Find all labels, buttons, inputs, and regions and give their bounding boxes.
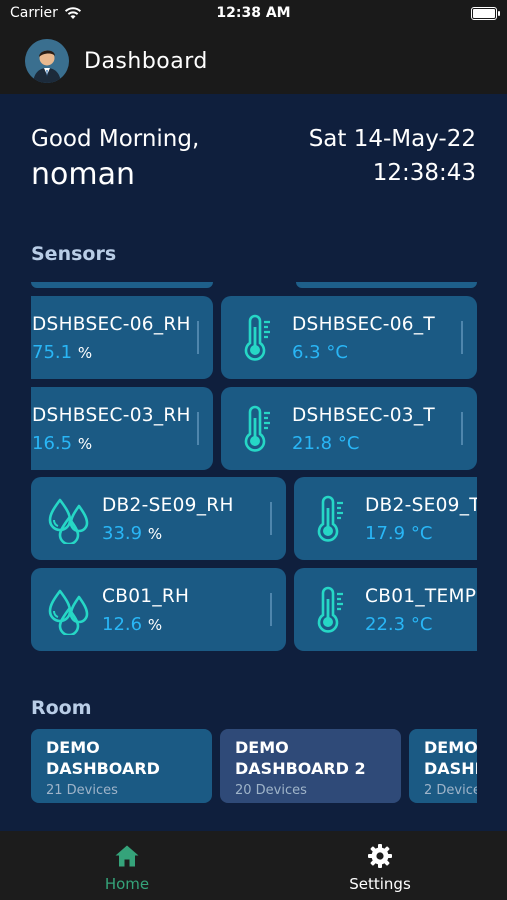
sensor-value: 12.6 %	[102, 614, 163, 635]
sensor-card-partial	[296, 282, 477, 288]
status-bar: Carrier 12:38 AM	[0, 0, 507, 28]
status-time: 12:38 AM	[216, 5, 291, 21]
sensor-name: DSHBSEC-03_RH	[32, 405, 191, 426]
thermometer-icon	[306, 494, 356, 544]
sensor-card[interactable]: DSHBSEC-03_RH 16.5 %	[31, 387, 213, 470]
sensor-card[interactable]: DB2-SE09_T 17.9 °C	[294, 477, 477, 560]
water-drops-icon	[43, 494, 93, 544]
water-drops-icon	[43, 585, 93, 635]
sensor-name: DSHBSEC-03_T	[292, 405, 435, 426]
sensor-name: CB01_RH	[102, 586, 190, 607]
sensor-value: 6.3 °C	[292, 342, 348, 363]
divider	[270, 502, 272, 535]
sensor-value: 22.3 °C	[365, 614, 433, 635]
avatar[interactable]	[25, 39, 69, 83]
sensor-value: 75.1 %	[32, 342, 93, 363]
sensor-card[interactable]: DSHBSEC-06_RH 75.1 %	[31, 296, 213, 379]
nav-settings-label: Settings	[349, 875, 411, 893]
room-card[interactable]: DEMO DASHBOARD 21 Devices	[31, 729, 212, 803]
rooms-list[interactable]: DEMO DASHBOARD 21 Devices DEMO DASHBOARD…	[31, 729, 477, 803]
nav-home-label: Home	[104, 875, 150, 893]
room-name: DEMO DASHBOARD 2	[235, 738, 366, 778]
sensor-value: 17.9 °C	[365, 523, 433, 544]
page-title: Dashboard	[84, 48, 208, 74]
room-card[interactable]: DEMO DASHBOARD 2 Devices	[409, 729, 477, 803]
sensors-section-title: Sensors	[31, 243, 117, 265]
greeting-text: Good Morning,	[31, 126, 200, 152]
room-name: DEMO DASHBOARD	[46, 738, 160, 778]
sensor-card[interactable]: DSHBSEC-03_T 21.8 °C	[221, 387, 477, 470]
sensor-name: DB2-SE09_T	[365, 495, 477, 516]
room-card[interactable]: DEMO DASHBOARD 2 20 Devices	[220, 729, 401, 803]
room-device-count: 2 Devices	[424, 783, 477, 798]
nav-settings[interactable]: Settings	[320, 843, 440, 893]
nav-home[interactable]: Home	[67, 843, 187, 893]
sensor-card-partial	[31, 282, 213, 288]
sensor-card[interactable]: DSHBSEC-06_T 6.3 °C	[221, 296, 477, 379]
divider	[197, 321, 199, 354]
current-date: Sat 14-May-22	[308, 126, 476, 152]
sensor-name: DSHBSEC-06_T	[292, 314, 435, 335]
gear-icon	[368, 844, 392, 868]
room-section-title: Room	[31, 697, 92, 719]
thermometer-icon	[306, 585, 356, 635]
divider	[461, 321, 463, 354]
sensors-grid[interactable]: DSHBSEC-06_RH 75.1 % DSHBSEC-06_T 6.3 °C…	[31, 282, 477, 654]
sensor-name: DSHBSEC-06_RH	[32, 314, 191, 335]
battery-icon	[471, 7, 500, 20]
sensor-card[interactable]: CB01_TEMP 22.3 °C	[294, 568, 477, 651]
divider	[461, 412, 463, 445]
sensor-name: CB01_TEMP	[365, 586, 477, 607]
room-name: DEMO DASHBOARD	[424, 738, 477, 778]
sensor-value: 16.5 %	[32, 433, 93, 454]
sensor-card[interactable]: CB01_RH 12.6 %	[31, 568, 286, 651]
thermometer-icon	[233, 313, 283, 363]
home-icon	[115, 845, 139, 867]
bottom-nav: Home Settings	[0, 831, 507, 900]
app-header: Dashboard	[0, 28, 507, 94]
divider	[197, 412, 199, 445]
room-device-count: 21 Devices	[46, 783, 118, 798]
sensor-name: DB2-SE09_RH	[102, 495, 234, 516]
avatar-image	[25, 39, 69, 83]
sensor-value: 33.9 %	[102, 523, 163, 544]
divider	[270, 593, 272, 626]
current-time: 12:38:43	[372, 160, 476, 186]
sensor-value: 21.8 °C	[292, 433, 360, 454]
username: noman	[31, 157, 135, 192]
sensor-card[interactable]: DB2-SE09_RH 33.9 %	[31, 477, 286, 560]
room-device-count: 20 Devices	[235, 783, 307, 798]
thermometer-icon	[233, 404, 283, 454]
